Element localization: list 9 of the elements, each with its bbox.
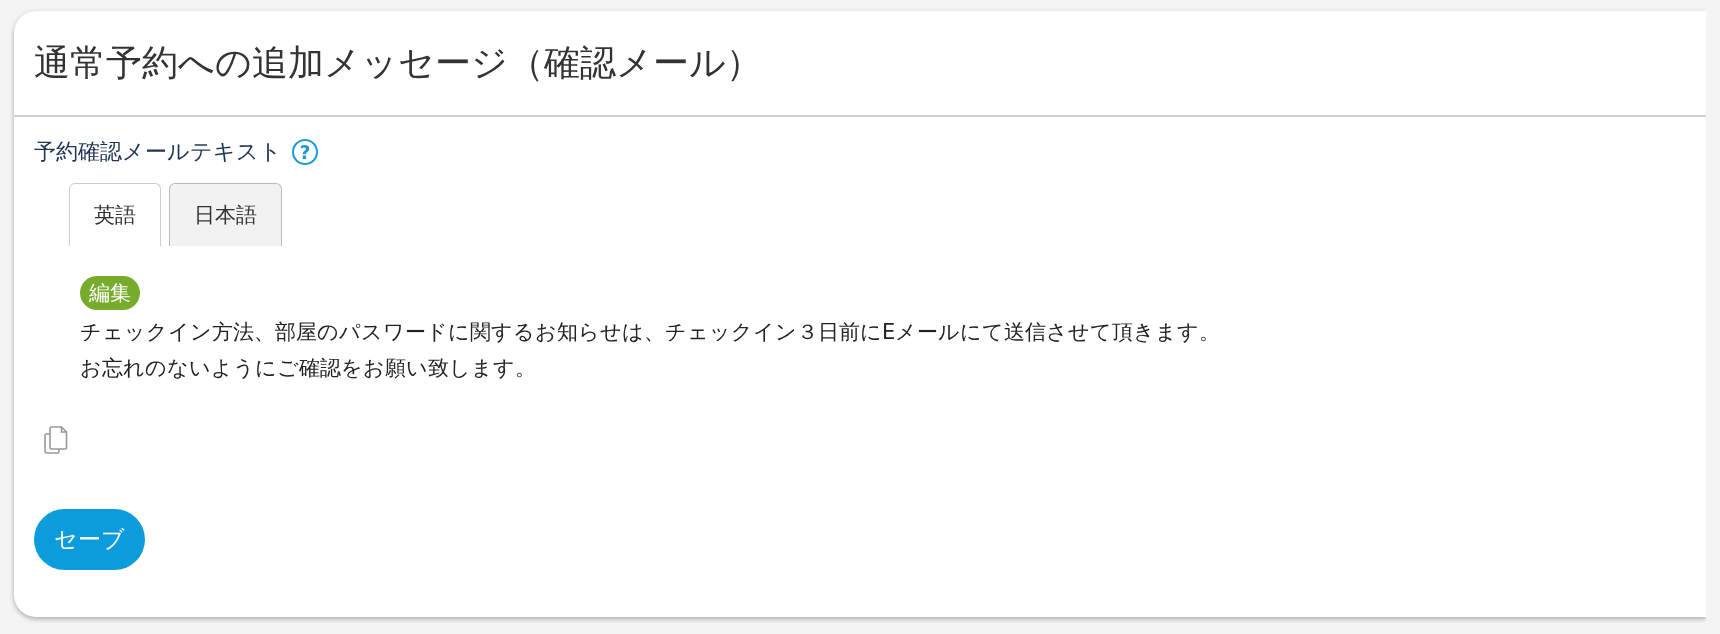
edit-badge[interactable]: 編集 bbox=[80, 276, 140, 310]
help-icon[interactable]: ? bbox=[292, 139, 318, 165]
copy-icon[interactable] bbox=[44, 426, 68, 455]
language-tab[interactable]: 英語 bbox=[69, 183, 161, 246]
message-text: チェックイン方法、部屋のパスワードに関するお知らせは、チェックイン３日前にEメールにて送信させて頂きます。 お忘れのないようにご確認をお願い致します。 bbox=[80, 319, 1222, 382]
save-button[interactable]: セーブ bbox=[34, 509, 145, 570]
language-tab[interactable]: 日本語 bbox=[169, 183, 282, 246]
page-title: 通常予約への追加メッセージ（確認メール） bbox=[34, 40, 762, 85]
field-label: 予約確認メールテキスト bbox=[34, 138, 282, 166]
